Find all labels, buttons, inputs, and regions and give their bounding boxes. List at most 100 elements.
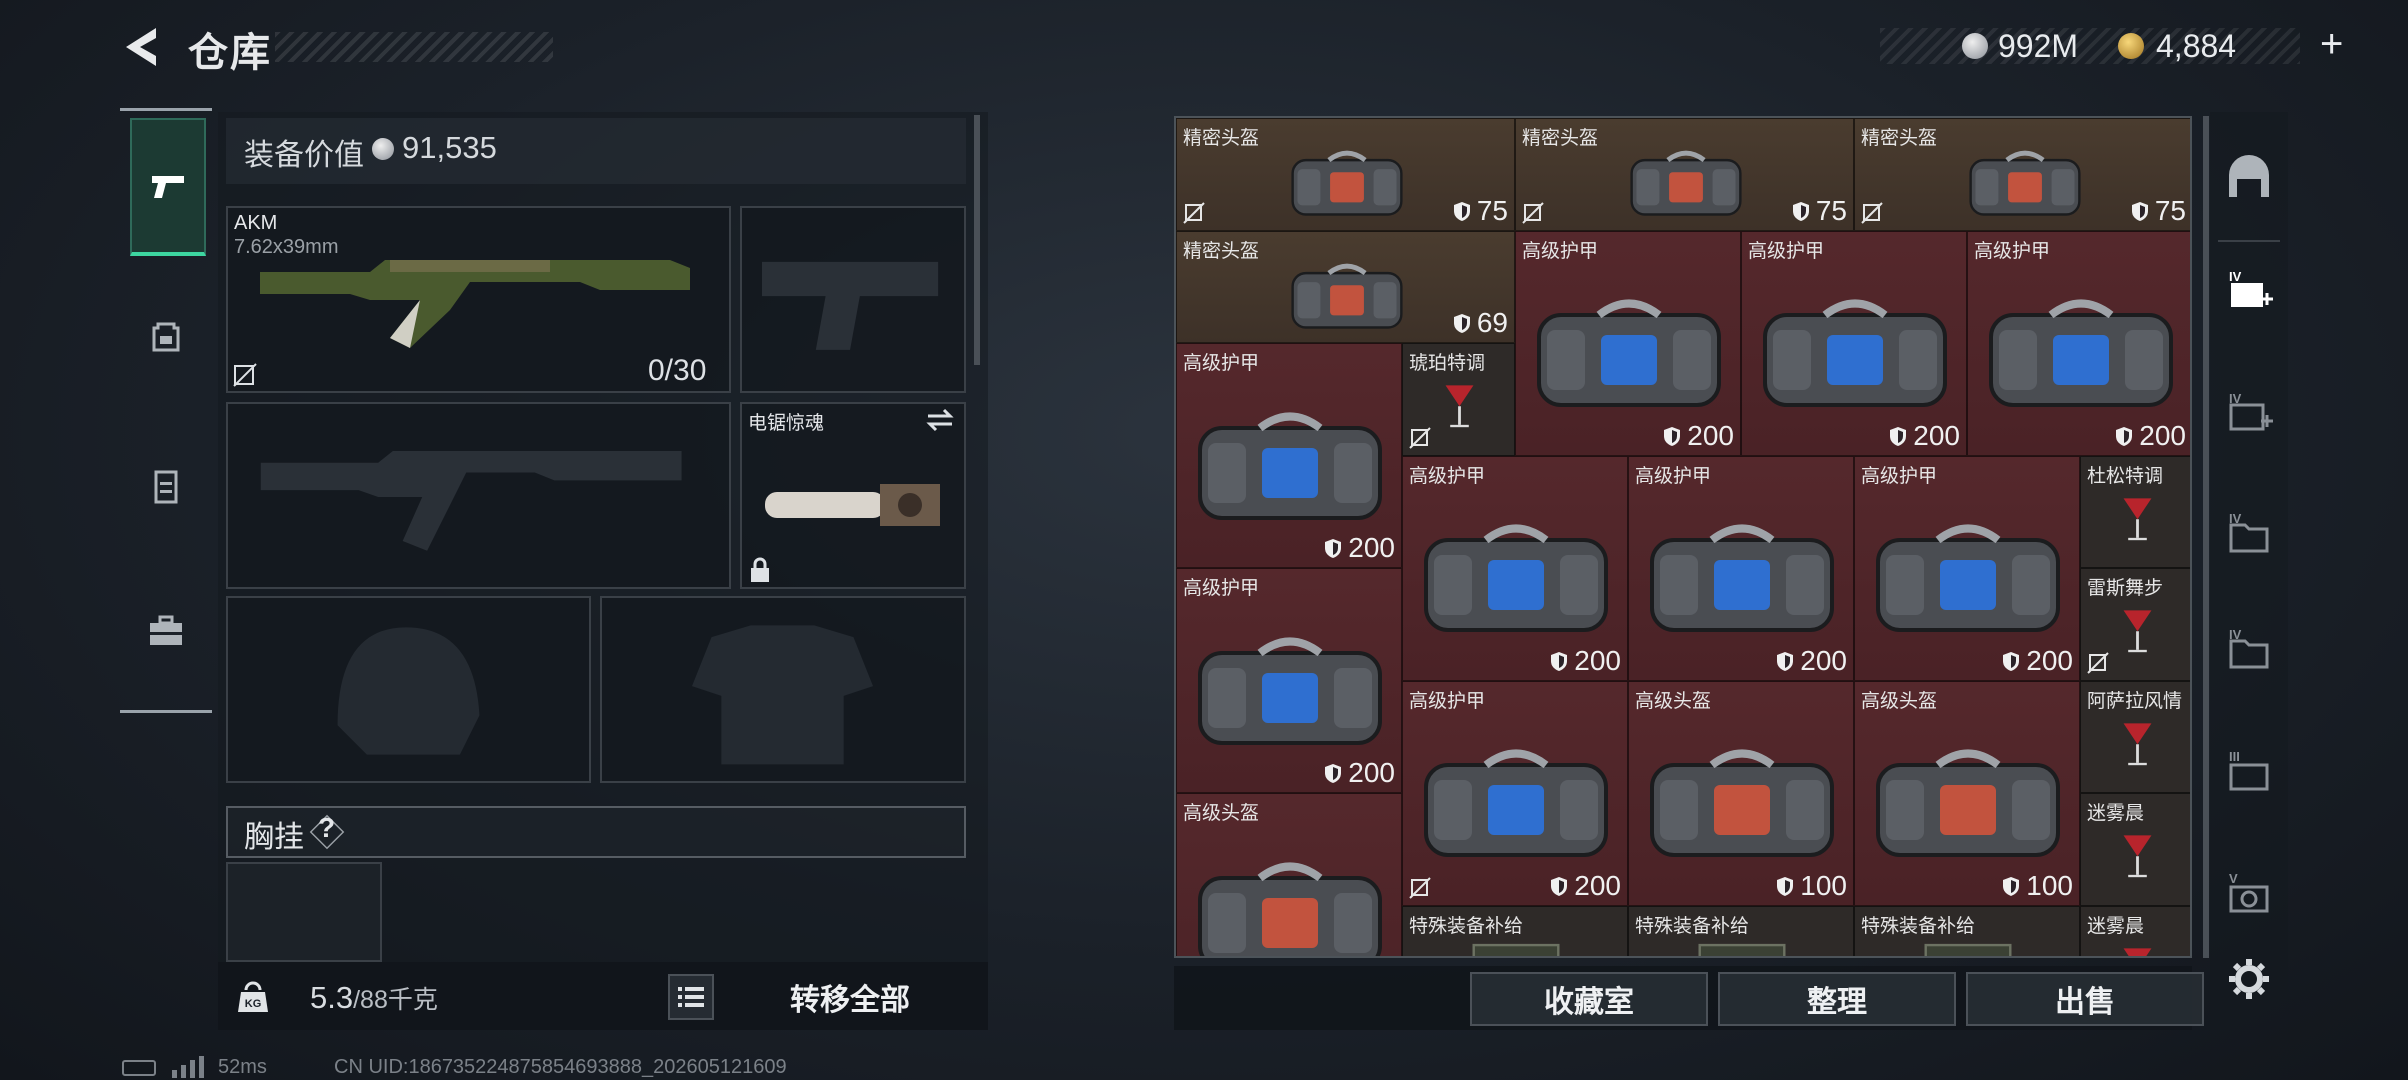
stash-item[interactable]: 特殊装备补给 (1402, 905, 1628, 956)
no-mark-icon (1409, 876, 1431, 899)
helmet-placeholder-icon (337, 627, 480, 755)
tab-case[interactable] (130, 565, 202, 697)
stash-item-name: 高级护甲 (1748, 240, 1825, 262)
armor-class-icon (2116, 426, 2133, 446)
tab-vest[interactable] (130, 420, 202, 552)
stash-tab-4b[interactable]: IV (2218, 384, 2280, 446)
armor-bag-icon (1876, 524, 2060, 632)
svg-text:KG: KG (245, 998, 262, 1010)
stash-item[interactable]: 特殊装备补给 (1854, 905, 2080, 956)
stash-tab-main[interactable] (2218, 148, 2280, 210)
armor-slot[interactable] (600, 596, 966, 783)
stash-item-value-text: 69 (1476, 307, 1508, 338)
stash-item-value-text: 200 (1913, 419, 1960, 451)
stash-item[interactable]: 高级护甲 200 (1741, 230, 1967, 456)
category-divider (120, 108, 212, 111)
help-button[interactable]: ? (318, 812, 335, 844)
chest-rig-slot[interactable] (226, 862, 382, 962)
stash-item[interactable]: 高级护甲 200 (1854, 455, 2080, 681)
tab-backpack[interactable] (130, 270, 202, 402)
equipment-scrollbar[interactable] (974, 115, 980, 365)
stash-item[interactable]: 高级护甲 200 (1967, 230, 2190, 456)
stash-item-name: 高级头盔 (1183, 803, 1260, 824)
stash-item[interactable]: 迷雾晨 (2080, 793, 2190, 906)
user-uid: CN UID:186735224875854693888_20260512160… (334, 1056, 787, 1078)
page-title: 仓库 (188, 31, 272, 75)
list-icon (678, 987, 704, 1007)
pistol-slot[interactable] (740, 206, 966, 393)
svg-text:V: V (2229, 871, 2238, 886)
stash-item[interactable]: 高级头盔 100 (1854, 680, 2080, 906)
helmet-slot[interactable] (226, 596, 591, 783)
stash-item[interactable]: 高级头盔 (1176, 793, 1402, 956)
armor-bag-icon (1198, 412, 1382, 520)
stash-item-name: 高级护甲 (1522, 240, 1599, 262)
pistol-icon (152, 176, 184, 198)
armor-class-icon (1777, 651, 1794, 671)
add-currency-button[interactable]: + (2320, 22, 2343, 67)
back-button[interactable] (118, 22, 168, 72)
helmet-bag-icon (1968, 150, 2081, 216)
no-mark-icon (1861, 201, 1883, 224)
stash-item[interactable]: 雷斯舞步 (2080, 568, 2190, 681)
stash-item-name: 特殊装备补给 (1409, 915, 1524, 937)
stash-item-value-text: 200 (1574, 869, 1621, 901)
stash-scrollbar[interactable] (2203, 116, 2209, 958)
stash-tab-4[interactable]: IV (2218, 262, 2280, 324)
stash-item[interactable]: 精密头盔 69 (1176, 230, 1515, 343)
stash-item[interactable]: 琥珀特调 (1402, 343, 1515, 456)
gold-currency-value: 4,884 (2156, 28, 2237, 64)
battery-icon (122, 1060, 156, 1076)
list-view-button[interactable] (668, 974, 714, 1020)
chainsaw-icon (765, 484, 940, 526)
stash-grid-content: 精密头盔 75 精密头盔 75 精密头盔 75 精密头盔 69 高级护甲 200 高级护甲 200 高级… (1176, 118, 2190, 956)
stash-tab-4c[interactable]: IV (2218, 504, 2280, 566)
armor-placeholder-icon (691, 625, 874, 765)
stash-grid[interactable]: 精密头盔 75 精密头盔 75 精密头盔 75 精密头盔 69 高级护甲 200 高级护甲 200 高级… (1174, 116, 2192, 958)
stash-tab-3[interactable]: III (2218, 742, 2280, 804)
stash-item[interactable]: 高级护甲 200 (1402, 455, 1628, 681)
gold-coin-icon (2118, 33, 2144, 59)
stash-item[interactable]: 高级护甲 200 (1402, 680, 1628, 906)
stash-item-name: 琥珀特调 (1409, 353, 1486, 374)
collection-button[interactable]: 收藏室 (1470, 972, 1708, 1026)
armor-class-icon (1551, 651, 1568, 671)
stash-item[interactable]: 特殊装备补给 (1628, 905, 1854, 956)
stash-item[interactable]: 阿萨拉风情 (2080, 680, 2190, 793)
stash-item-value: 200 (1550, 645, 1621, 677)
armor-class-icon (1453, 201, 1470, 221)
armor-class-icon (1777, 876, 1794, 896)
tab-weapons[interactable] (130, 118, 206, 256)
stash-tab-4d[interactable]: IV (2218, 620, 2280, 682)
stash-item[interactable]: 精密头盔 75 (1176, 118, 1515, 231)
silver-coin-icon (372, 138, 394, 160)
secondary-weapon-slot[interactable] (226, 402, 731, 589)
stash-item-value-text: 75 (1476, 194, 1508, 226)
stash-item-name: 高级护甲 (1409, 465, 1486, 487)
sell-button[interactable]: 出售 (1966, 972, 2204, 1026)
sort-button[interactable]: 整理 (1718, 972, 1956, 1026)
stash-item[interactable]: 迷雾晨 (2080, 905, 2190, 956)
transfer-all-button[interactable]: 转移全部 (735, 966, 965, 1028)
stash-item[interactable]: 高级护甲 200 (1176, 343, 1402, 568)
stash-item[interactable]: 高级护甲 200 (1628, 455, 1854, 681)
rifle-placeholder-icon (260, 450, 682, 551)
stash-tab-5[interactable]: V (2218, 864, 2280, 926)
cocktail-icon (2123, 835, 2152, 878)
armor-class-icon (1664, 426, 1681, 446)
stash-item[interactable]: 高级头盔 100 (1628, 680, 1854, 906)
stash-item[interactable]: 杜松特调 (2080, 455, 2190, 568)
pistol-placeholder-icon (761, 261, 939, 350)
stash-item-name: 高级护甲 (1974, 240, 2051, 262)
armor-bag-icon (1198, 637, 1382, 745)
cocktail-icon (2123, 497, 2152, 540)
stash-item-name: 精密头盔 (1183, 128, 1260, 149)
stash-item[interactable]: 高级护甲 200 (1176, 568, 1402, 793)
stash-item[interactable]: 高级护甲 200 (1515, 230, 1741, 456)
stash-item-value: 75 (1792, 195, 1847, 227)
stash-item[interactable]: 精密头盔 75 (1854, 118, 2190, 231)
settings-button[interactable] (2218, 948, 2280, 1010)
sidebar-divider (2218, 240, 2280, 242)
armor-bag-icon (1989, 299, 2173, 407)
stash-item[interactable]: 精密头盔 75 (1515, 118, 1854, 231)
